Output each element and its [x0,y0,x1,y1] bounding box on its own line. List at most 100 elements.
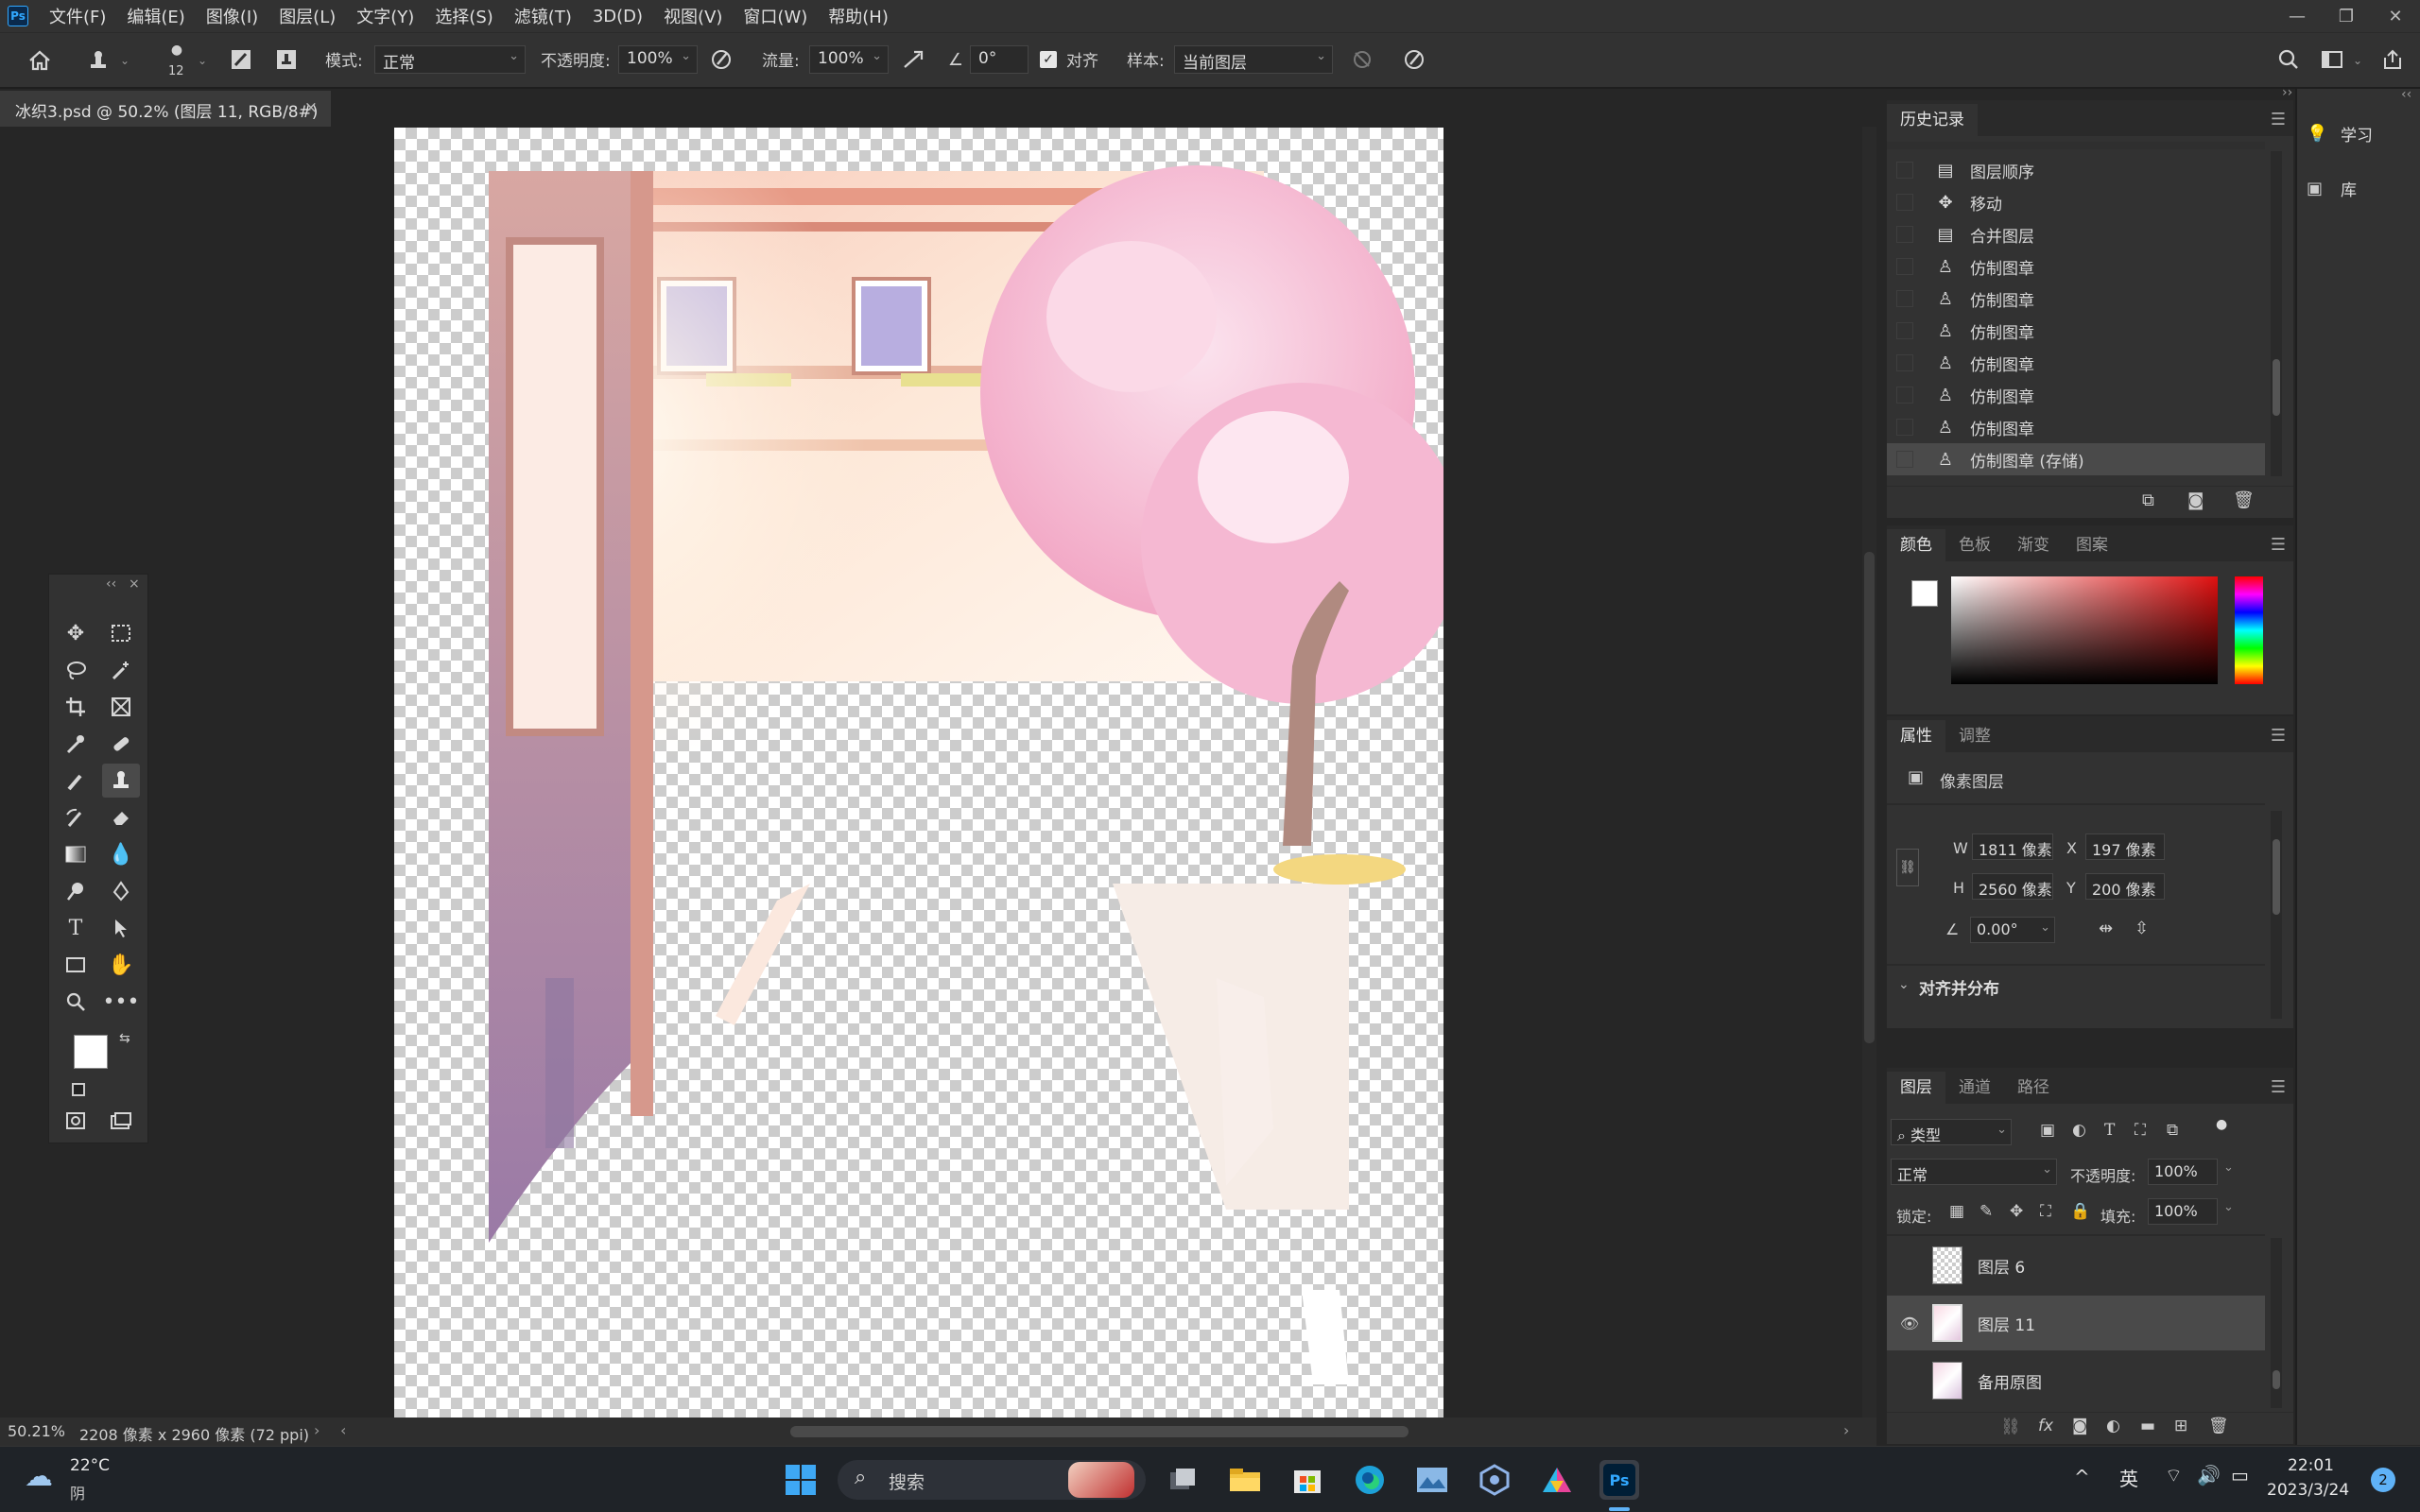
trash-icon[interactable]: 🗑 [2233,490,2255,510]
close-icon[interactable]: ✕ [2371,0,2420,32]
blur-tool-icon[interactable]: 💧 [102,837,140,871]
layers-scrollbar-thumb[interactable] [2273,1370,2280,1389]
layer-name[interactable]: 图层 6 [1978,1254,2025,1278]
eye-icon[interactable]: 👁 [1898,1314,1921,1332]
sample-dropdown[interactable]: 当前图层 ⌄ [1174,45,1333,74]
vertical-scrollbar-thumb[interactable] [1864,552,1875,1043]
clock-time[interactable]: 22:01 [2288,1456,2334,1475]
color-field[interactable] [1951,576,2218,684]
airbrush-icon[interactable] [898,45,928,74]
collapse-panels-icon[interactable]: ›› [2282,85,2292,100]
filter-toggle-icon[interactable]: ● [2216,1117,2227,1132]
new-group-icon[interactable]: ▬ [2140,1417,2155,1435]
tab-history[interactable]: 历史记录 [1887,104,1978,136]
filter-pixel-icon[interactable]: ▣ [2040,1121,2055,1140]
clone-source-icon[interactable] [272,45,301,74]
history-item[interactable]: ♙ 仿制图章 [1887,250,2265,283]
pressure-opacity-icon[interactable] [707,45,735,74]
tab-swatches[interactable]: 色板 [1945,529,2004,561]
dodge-tool-icon[interactable] [57,874,95,908]
minimize-icon[interactable]: — [2273,0,2322,32]
type-tool-icon[interactable]: T [57,911,95,945]
chevron-down-icon[interactable]: ⌄ [2350,47,2365,74]
flip-vertical-icon[interactable]: ⇳ [2135,919,2149,938]
pressure-size-icon[interactable] [1399,45,1429,74]
menu-file[interactable]: 文件(F) [49,4,106,28]
history-checkbox[interactable] [1896,226,1913,243]
menu-window[interactable]: 窗口(W) [743,4,807,28]
menu-select[interactable]: 选择(S) [435,4,493,28]
document-canvas[interactable] [394,128,1443,1418]
weather-desc[interactable]: 阴 [70,1481,85,1503]
filter-adjustment-icon[interactable]: ◐ [2072,1121,2086,1140]
chevron-down-icon[interactable]: ⌄ [2223,1160,2234,1175]
history-scrollbar[interactable] [2271,151,2282,476]
quick-mask-icon[interactable] [57,1104,95,1138]
mode-dropdown[interactable]: 正常 ⌄ [374,45,526,74]
tab-gradients[interactable]: 渐变 [2004,529,2063,561]
foreground-swatch[interactable] [1911,580,1938,607]
zoom-tool-icon[interactable] [57,985,95,1019]
lock-artboard-icon[interactable]: ⛶ [2040,1202,2051,1221]
history-checkbox[interactable] [1896,354,1913,371]
panel-menu-icon[interactable]: ☰ [2271,535,2286,555]
history-checkbox[interactable] [1896,194,1913,211]
share-icon[interactable] [2377,45,2409,74]
layer-row-selected[interactable]: 👁 图层 11 [1887,1296,2265,1350]
properties-scrollbar[interactable] [2271,811,2282,1019]
height-field[interactable]: 2560 像素 [1972,873,2053,900]
angle-field[interactable]: 0° [970,45,1028,74]
app-triangle-icon[interactable] [1537,1460,1577,1500]
new-layer-icon[interactable]: ⊞ [2174,1417,2187,1435]
chevron-down-icon[interactable]: ⌄ [2223,1200,2234,1214]
lock-pixels-icon[interactable]: ✎ [1979,1202,1993,1221]
photos-app-icon[interactable] [1412,1460,1452,1500]
history-item[interactable]: ▤ 图层顺序 [1887,154,2265,186]
search-icon[interactable] [2273,45,2305,74]
flow-field[interactable]: 100% ⌄ [809,45,889,74]
notification-badge[interactable]: 2 [2371,1468,2395,1492]
windows-start-icon[interactable] [781,1460,821,1500]
home-icon[interactable] [21,43,59,77]
trash-icon[interactable]: 🗑 [2208,1417,2229,1435]
restore-icon[interactable]: ❐ [2322,0,2371,32]
fill-field[interactable]: 100% [2148,1198,2218,1225]
properties-scrollbar-thumb[interactable] [2273,839,2280,915]
edge-browser-icon[interactable] [1350,1460,1390,1500]
lock-position-icon[interactable]: ✥ [2010,1202,2023,1221]
link-layers-icon[interactable]: ⛓ [2000,1418,2021,1436]
panel-menu-icon[interactable]: ☰ [2271,110,2286,129]
show-hidden-icons-icon[interactable]: ^ [2074,1466,2090,1488]
path-selection-tool-icon[interactable] [102,911,140,945]
weather-temp[interactable]: 22°C [70,1456,110,1475]
menu-view[interactable]: 视图(V) [664,4,722,28]
tab-layers[interactable]: 图层 [1887,1072,1945,1104]
eraser-tool-icon[interactable] [102,800,140,834]
tab-adjustments[interactable]: 调整 [1945,720,2004,752]
tab-color[interactable]: 颜色 [1887,529,1945,561]
volume-icon[interactable]: 🔊 [2197,1464,2221,1486]
rectangle-tool-icon[interactable] [57,948,95,982]
history-item[interactable]: ♙ 仿制图章 [1887,379,2265,411]
chevron-down-icon[interactable]: ⌄ [1898,977,1910,992]
tab-patterns[interactable]: 图案 [2063,529,2121,561]
history-checkbox[interactable] [1896,387,1913,404]
vertical-scrollbar[interactable] [1862,127,1876,1418]
history-item-selected[interactable]: ♙ 仿制图章 (存储) [1887,443,2265,475]
move-tool-icon[interactable]: ✥ [57,616,95,650]
collapse-dock-icon[interactable]: ‹‹ [2401,87,2411,102]
history-checkbox[interactable] [1896,322,1913,339]
x-field[interactable]: 197 像素 [2085,833,2165,860]
workspace-icon[interactable] [2316,45,2348,74]
history-scrollbar-thumb[interactable] [2273,359,2280,416]
tab-paths[interactable]: 路径 [2004,1072,2063,1104]
menu-type[interactable]: 文字(Y) [356,4,414,28]
zoom-level[interactable]: 50.21% [8,1422,65,1440]
collapse-toolbox-icon[interactable]: ‹‹ [106,576,116,592]
tab-properties[interactable]: 属性 [1887,720,1945,752]
healing-brush-tool-icon[interactable] [102,727,140,761]
y-field[interactable]: 200 像素 [2085,873,2165,900]
wifi-icon[interactable]: ⌔ [2165,1464,2183,1487]
align-distribute-section[interactable]: 对齐并分布 [1919,975,1999,999]
filter-smart-object-icon[interactable]: ⧉ [2167,1121,2178,1140]
